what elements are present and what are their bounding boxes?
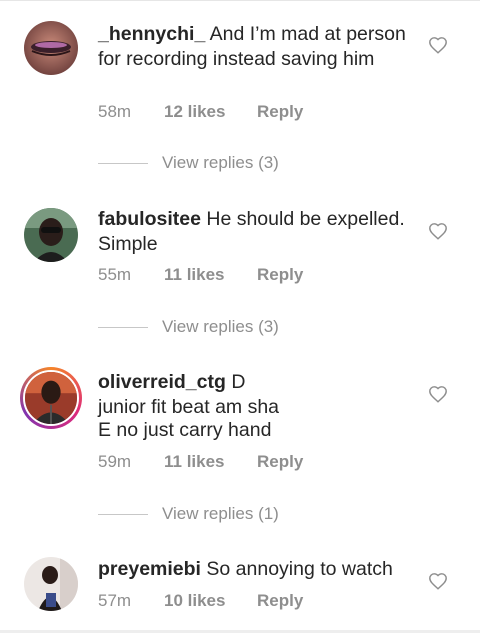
comment-time: 58m	[98, 102, 132, 121]
heart-outline-icon	[429, 386, 447, 403]
replies-divider	[98, 162, 148, 164]
like-button[interactable]	[428, 36, 448, 54]
comment-text-line2: E no just carry hand	[98, 419, 272, 441]
comment-username[interactable]: preyemiebi	[98, 558, 201, 580]
comment-time: 59m	[98, 452, 132, 471]
comment-body: So annoying to watch	[206, 558, 393, 580]
view-replies-button[interactable]: View replies (3)	[98, 317, 279, 337]
comment-time: 57m	[98, 591, 132, 610]
avatar[interactable]	[20, 367, 82, 429]
view-replies-label: View replies (1)	[162, 504, 279, 523]
like-button[interactable]	[428, 385, 448, 403]
comment-likes[interactable]: 11 likes	[164, 265, 257, 285]
comment-meta: 57m 10 likes Reply	[98, 591, 303, 611]
avatar-photo	[24, 557, 78, 611]
comment-text: oliverreid_ctg D junior fit beat am sha	[98, 370, 288, 419]
reply-button[interactable]: Reply	[257, 102, 303, 122]
replies-divider	[98, 513, 148, 515]
comment-text: fabulositee He should be expelled. Simpl…	[98, 207, 418, 256]
view-replies-button[interactable]: View replies (1)	[98, 504, 279, 524]
avatar[interactable]	[24, 557, 78, 611]
comment-likes[interactable]: 10 likes	[164, 591, 257, 611]
comment-text: _hennychi_ And I’m mad at person for rec…	[98, 22, 418, 71]
heart-outline-icon	[429, 37, 447, 54]
avatar-photo-story-ring	[25, 372, 77, 424]
comment-text: preyemiebi So annoying to watch	[98, 557, 428, 582]
avatar[interactable]	[24, 208, 78, 262]
comment-likes[interactable]: 11 likes	[164, 452, 257, 472]
reply-button[interactable]: Reply	[257, 265, 303, 285]
view-replies-button[interactable]: View replies (3)	[98, 153, 279, 173]
reply-button[interactable]: Reply	[257, 591, 303, 611]
view-replies-label: View replies (3)	[162, 317, 279, 336]
replies-divider	[98, 326, 148, 328]
comment-username[interactable]: _hennychi_	[98, 23, 205, 45]
heart-outline-icon	[429, 223, 447, 240]
view-replies-label: View replies (3)	[162, 153, 279, 172]
reply-button[interactable]: Reply	[257, 452, 303, 472]
like-button[interactable]	[428, 222, 448, 240]
avatar[interactable]	[24, 21, 78, 75]
avatar-photo	[24, 21, 78, 75]
comment-username[interactable]: oliverreid_ctg	[98, 371, 226, 393]
comment-time: 55m	[98, 265, 132, 284]
heart-outline-icon	[429, 573, 447, 590]
avatar-photo	[24, 208, 78, 262]
comment-meta: 59m 11 likes Reply	[98, 452, 303, 472]
comment-likes[interactable]: 12 likes	[164, 102, 257, 122]
top-divider	[0, 0, 480, 1]
comment-username[interactable]: fabulositee	[98, 208, 201, 230]
comment-meta: 58m 12 likes Reply	[98, 102, 303, 122]
comment-meta: 55m 11 likes Reply	[98, 265, 303, 285]
like-button[interactable]	[428, 572, 448, 590]
